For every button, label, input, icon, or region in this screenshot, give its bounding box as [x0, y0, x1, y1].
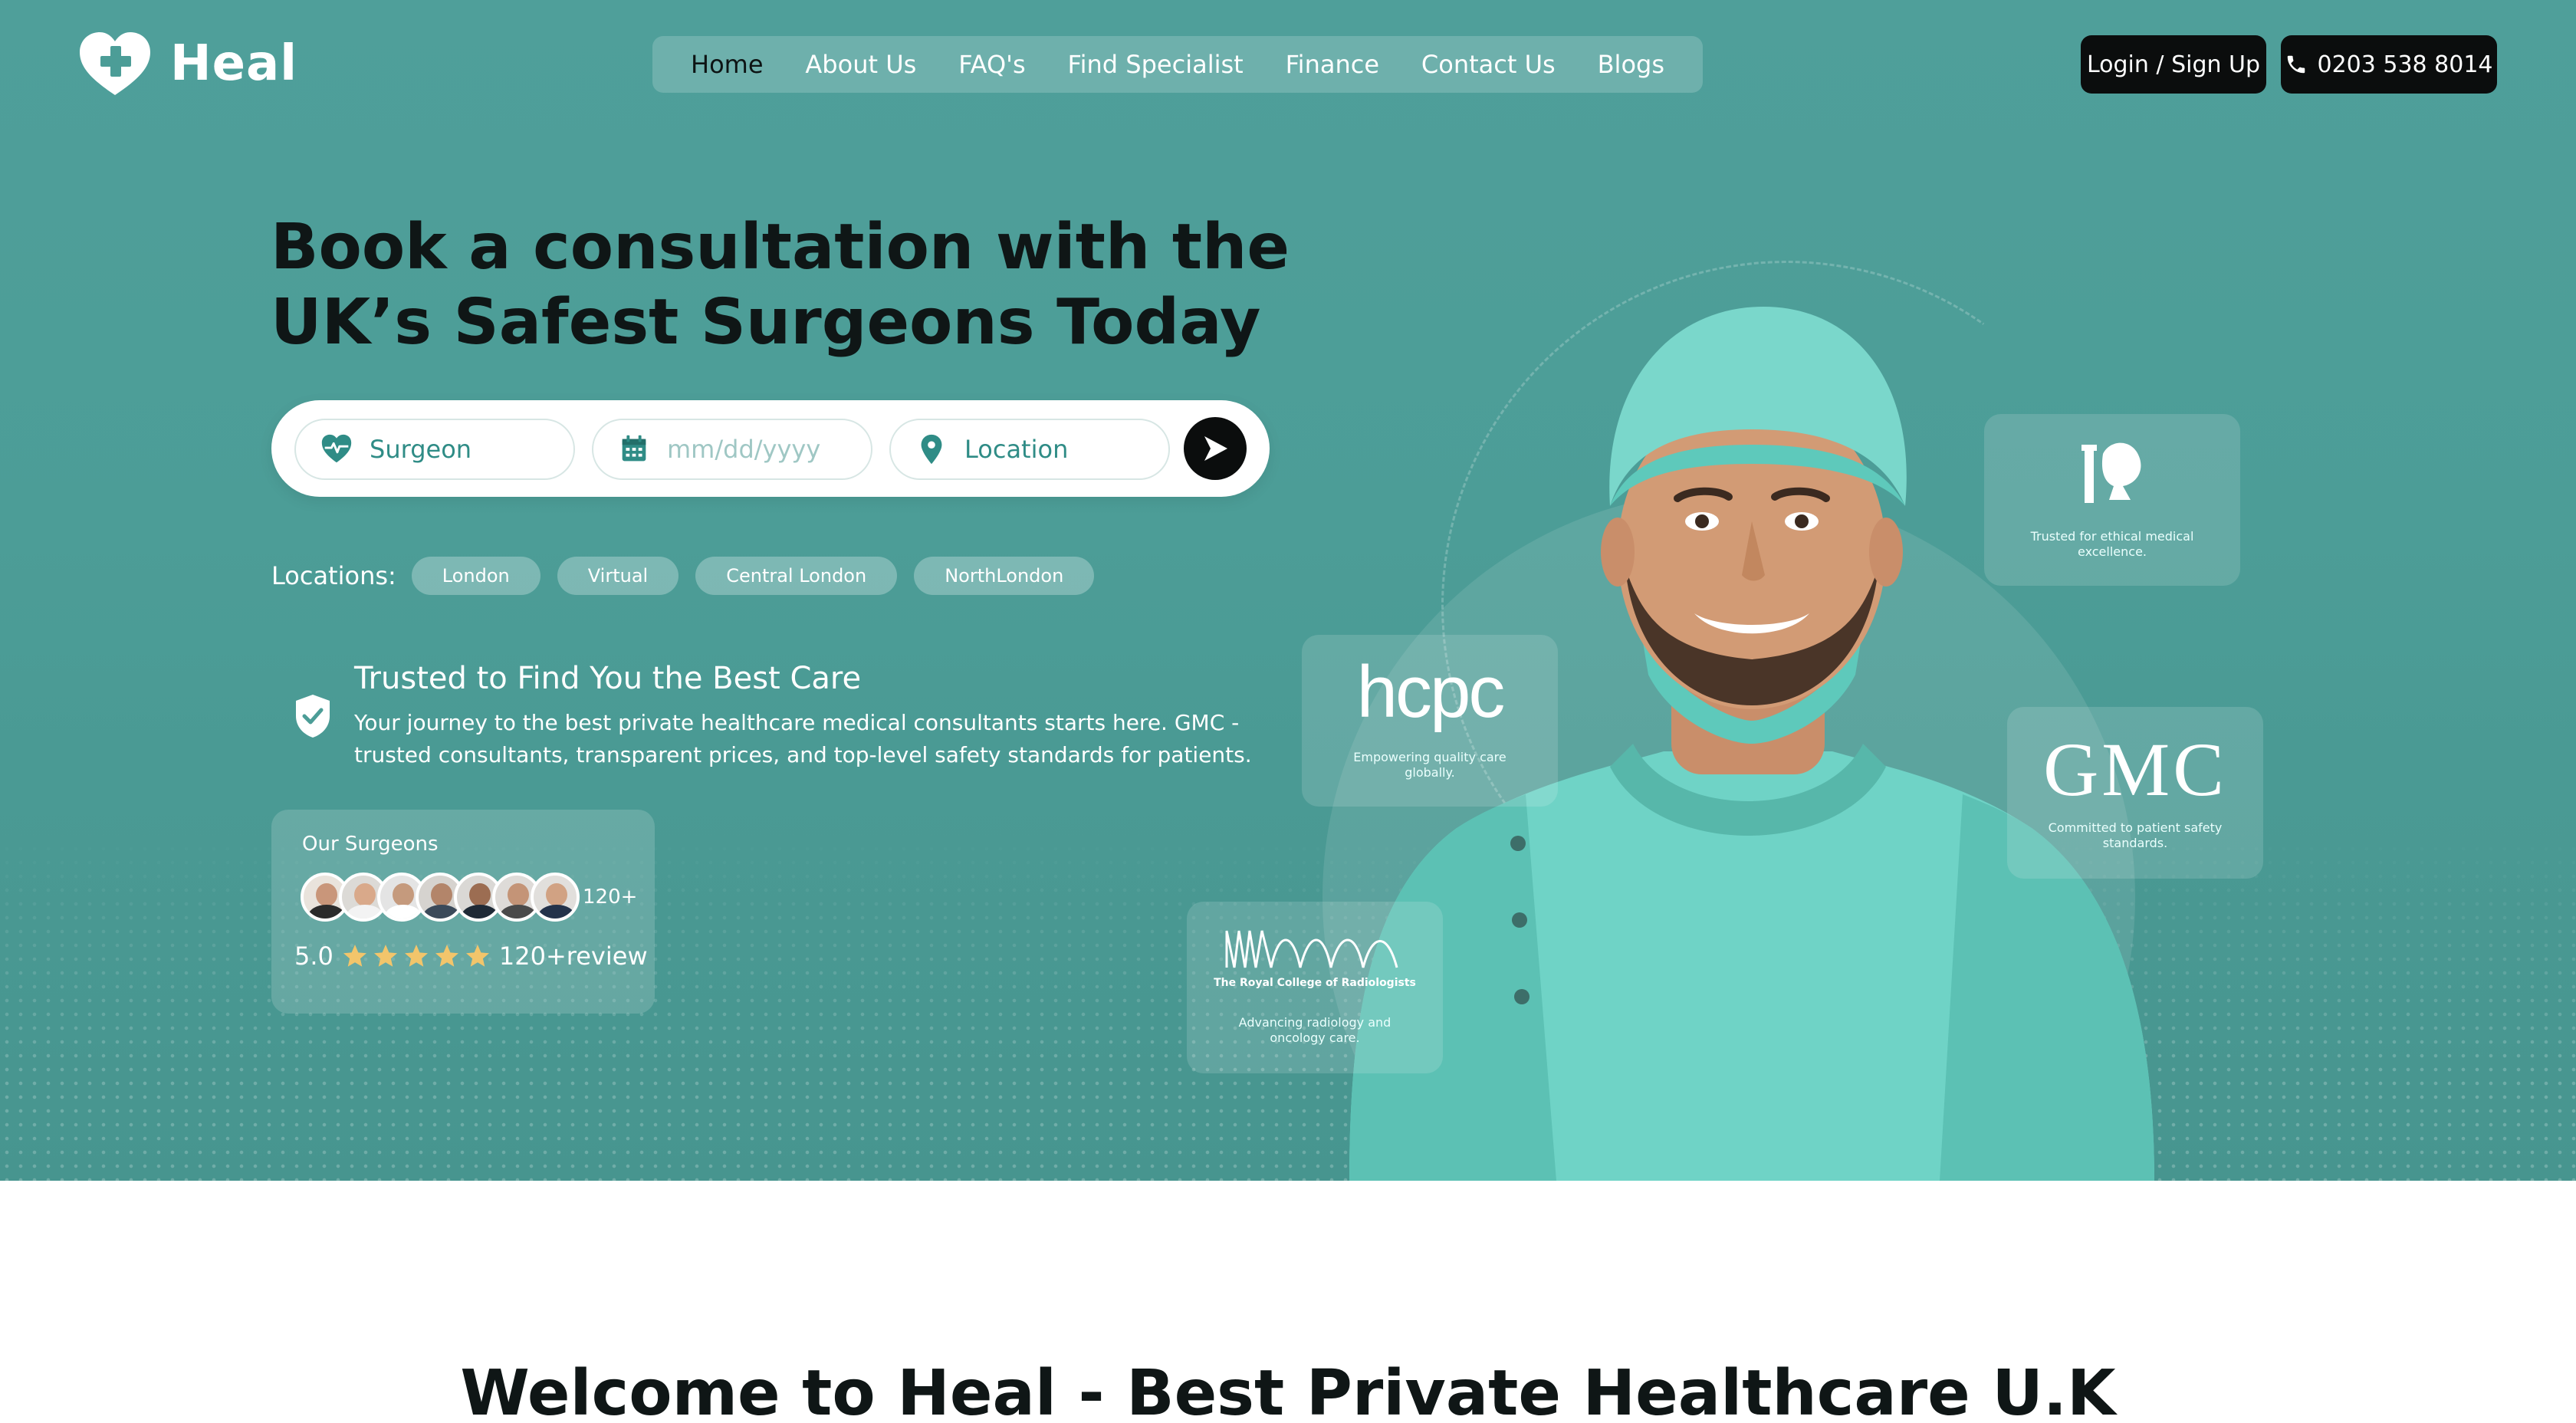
headline-line-2: UK’s Safest Surgeons Today: [271, 286, 1261, 359]
heart-pulse-icon: [321, 434, 352, 463]
gmc-logo: GMC: [2043, 727, 2227, 812]
brand-name: Heal: [170, 35, 298, 92]
hcpc-logo: hcpc: [1356, 651, 1506, 733]
radiology-wave-icon: [1225, 930, 1398, 968]
search-bar: Surgeon mm/dd/yyyy Location: [271, 400, 1270, 497]
specialty-value: Surgeon: [370, 435, 472, 464]
locations-row: Locations: London Virtual Central London…: [271, 557, 1111, 595]
headline-line-1: Book a consultation with the: [271, 211, 1290, 284]
map-pin-icon: [921, 434, 942, 465]
main-nav: Home About Us FAQ's Find Specialist Fina…: [652, 36, 1703, 93]
surgeon-count: 120+: [583, 886, 638, 909]
brand-logo[interactable]: Heal: [77, 29, 297, 98]
phone-button[interactable]: 0203 538 8014: [2281, 35, 2497, 94]
nav-home[interactable]: Home: [691, 50, 764, 79]
rating-row: 5.0 120+review: [294, 942, 648, 971]
crest-caption: Trusted for ethical medical excellence.: [2030, 529, 2194, 559]
login-signup-label: Login / Sign Up: [2086, 51, 2261, 78]
hcpc-caption: Empowering quality care globally.: [1353, 750, 1506, 780]
location-chip-north-london[interactable]: NorthLondon: [914, 557, 1095, 595]
star-icon: [465, 945, 489, 967]
surgeon-avatars: 120+: [301, 873, 637, 922]
search-submit-button[interactable]: [1184, 417, 1247, 480]
nav-finance[interactable]: Finance: [1286, 50, 1379, 79]
trust-description: Your journey to the best private healthc…: [354, 710, 1252, 767]
trust-title: Trusted to Find You the Best Care: [354, 661, 862, 696]
nav-blogs[interactable]: Blogs: [1598, 50, 1664, 79]
star-rating: [341, 942, 491, 970]
location-select[interactable]: Location: [889, 419, 1170, 480]
badge-royal-college-radiologists: The Royal College of Radiologists Advanc…: [1187, 902, 1443, 1073]
badge-crest: Trusted for ethical medical excellence.: [1984, 414, 2240, 586]
nav-contact-us[interactable]: Contact Us: [1421, 50, 1556, 79]
calendar-icon: [622, 435, 646, 462]
login-signup-button[interactable]: Login / Sign Up: [2081, 35, 2266, 94]
phone-icon: [2288, 55, 2305, 74]
location-chip-london[interactable]: London: [411, 557, 540, 595]
arrow-right-icon: [1204, 436, 1227, 461]
specialty-select[interactable]: Surgeon: [294, 419, 575, 480]
surgeons-card[interactable]: Our Surgeons 120+ 5.0 120+review: [271, 810, 655, 1014]
star-icon: [404, 945, 428, 967]
star-icon: [373, 945, 397, 967]
locations-label: Locations:: [271, 561, 396, 590]
nav-find-specialist[interactable]: Find Specialist: [1068, 50, 1244, 79]
date-placeholder: mm/dd/yyyy: [667, 435, 821, 464]
star-icon: [435, 945, 458, 967]
date-input[interactable]: mm/dd/yyyy: [592, 419, 872, 480]
hero-section: Heal Home About Us FAQ's Find Specialist…: [0, 0, 2576, 1181]
review-count: 120+review: [498, 942, 648, 971]
location-chip-virtual[interactable]: Virtual: [557, 557, 679, 595]
nav-faqs[interactable]: FAQ's: [958, 50, 1025, 79]
star-icon: [343, 945, 366, 967]
location-chip-central-london[interactable]: Central London: [695, 557, 898, 595]
phone-number: 0203 538 8014: [2317, 51, 2493, 78]
surgeons-title: Our Surgeons: [302, 833, 439, 856]
welcome-heading: Welcome to Heal - Best Private Healthcar…: [460, 1357, 2116, 1423]
rating-score: 5.0: [294, 942, 334, 971]
heart-cross-icon: [80, 32, 150, 95]
hero-headline: Book a consultation with the UK’s Safest…: [271, 210, 1290, 360]
badge-hcpc: hcpc Empowering quality care globally.: [1302, 635, 1558, 807]
shield-check-icon: [296, 695, 330, 738]
badge-gmc: GMC Committed to patient safety standard…: [2007, 707, 2263, 879]
location-value: Location: [964, 435, 1069, 464]
nav-about-us[interactable]: About Us: [805, 50, 916, 79]
rcr-name: The Royal College of Radiologists: [1214, 977, 1416, 989]
rcr-caption: Advancing radiology and oncology care.: [1238, 1015, 1392, 1045]
crest-icon: [2082, 442, 2141, 503]
gmc-caption: Committed to patient safety standards.: [2048, 820, 2223, 850]
avatar: [531, 873, 580, 922]
